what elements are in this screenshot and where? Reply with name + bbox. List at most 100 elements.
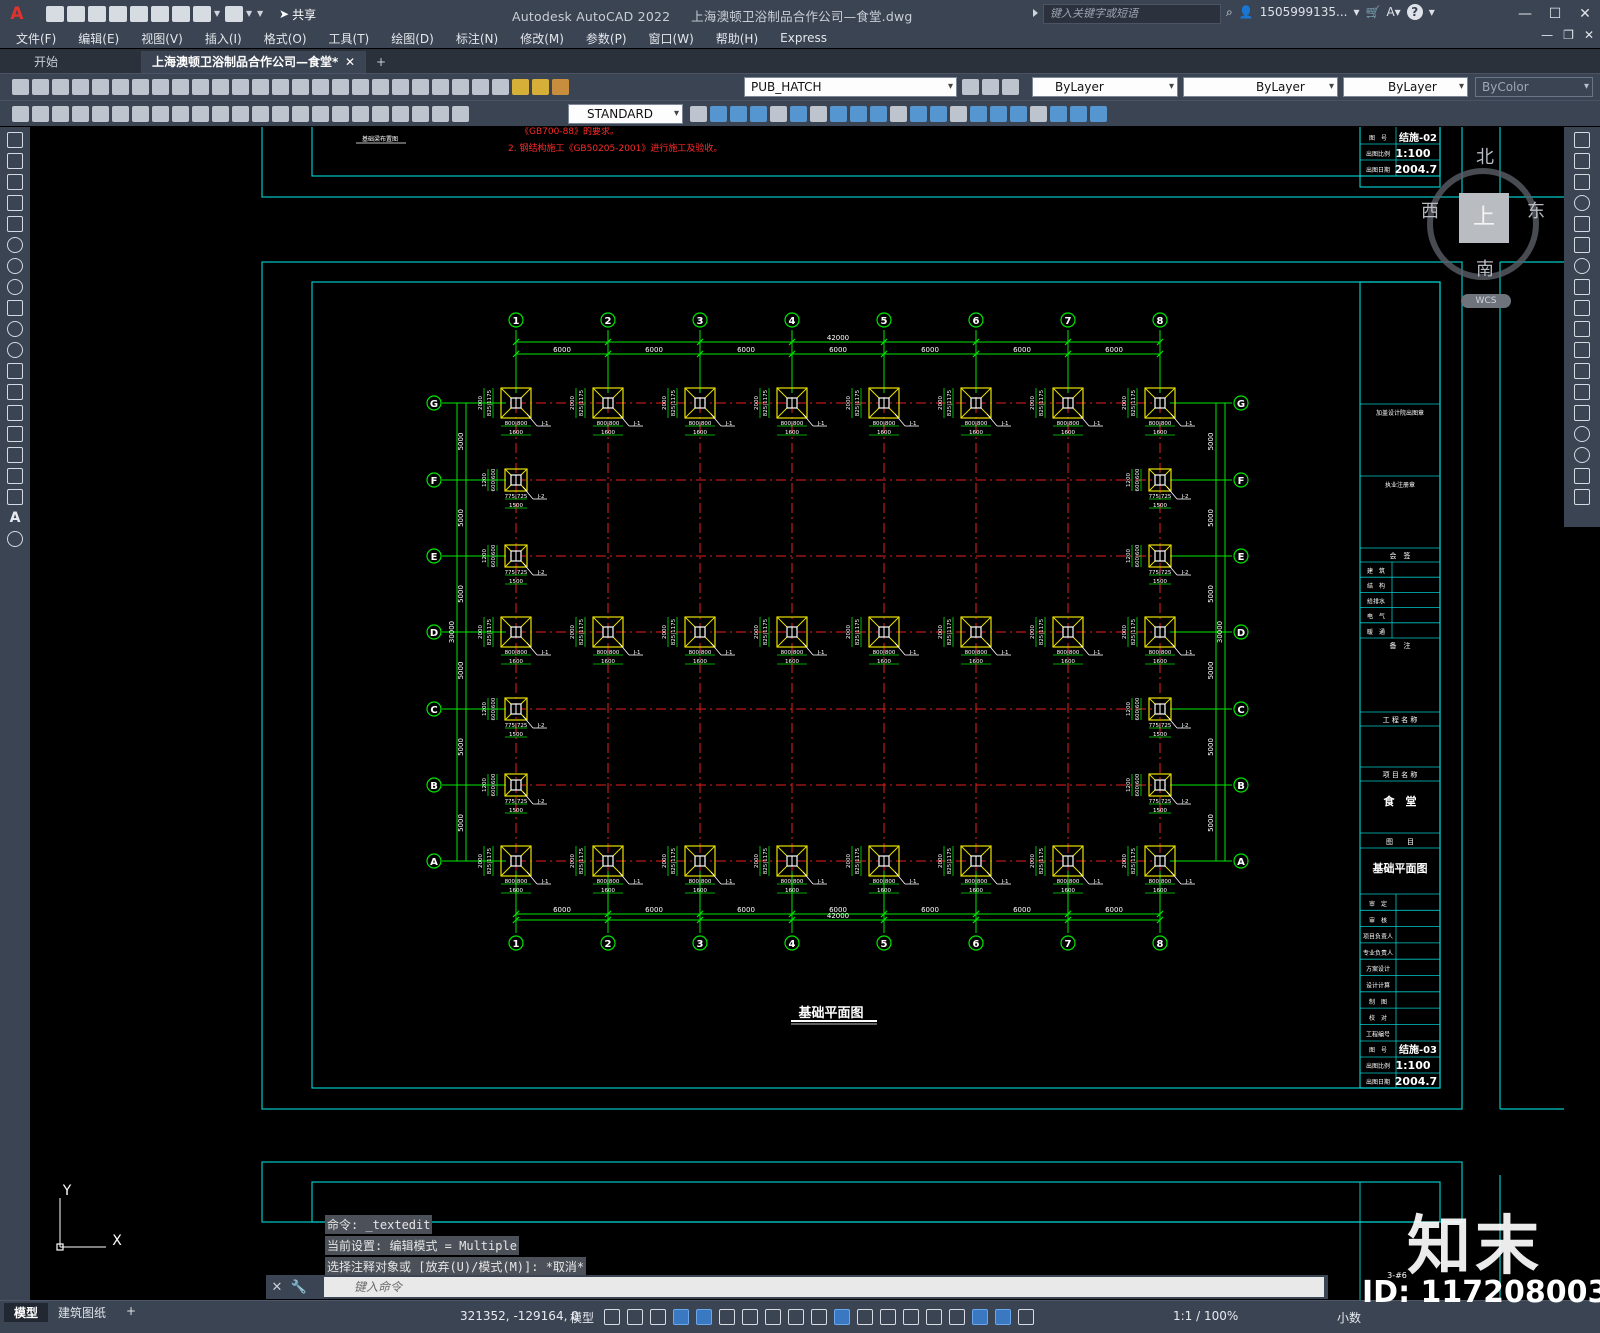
copy-object-icon[interactable] [1574,153,1590,169]
annotation-scale-icon[interactable] [1018,1309,1034,1325]
publish-icon[interactable] [130,6,148,22]
layer-previous-icon[interactable] [982,79,999,95]
materials-icon[interactable] [850,106,867,122]
ellipse-icon[interactable] [7,321,23,337]
array-icon[interactable] [1574,216,1590,232]
menu-dimension[interactable]: 标注(N) [445,30,509,47]
color-dropdown[interactable]: ByLayer [1032,77,1178,97]
box-icon[interactable] [790,106,807,122]
subtract-icon[interactable] [1050,106,1067,122]
chevron-down-icon[interactable]: ▼ [246,10,254,18]
new-icon[interactable] [12,79,29,95]
menu-express[interactable]: Express [769,31,838,45]
fillet-icon[interactable] [1574,447,1590,463]
chevron-down-icon[interactable]: ▾ [1353,5,1359,19]
markup-icon[interactable] [432,79,449,95]
selection-cycling-icon[interactable] [857,1309,873,1325]
dimension-text-edit-icon[interactable] [432,106,449,122]
close-icon[interactable]: ✕ [1570,0,1600,28]
doc-minimize-icon[interactable]: — [1541,28,1553,42]
sun-icon[interactable] [532,79,549,95]
export-icon[interactable] [151,6,169,22]
qsave-icon[interactable] [32,106,49,122]
sweep-icon[interactable] [990,106,1007,122]
scale-icon[interactable] [1574,279,1590,295]
dimension-update-icon[interactable] [452,106,469,122]
menu-insert[interactable]: 插入(I) [194,30,253,47]
inspection-icon[interactable] [372,106,389,122]
menu-help[interactable]: 帮助(H) [705,30,769,47]
line-icon[interactable] [7,132,23,148]
open-icon[interactable] [32,79,49,95]
blend-curves-icon[interactable] [1574,468,1590,484]
match-properties-icon[interactable] [212,79,229,95]
break-icon[interactable] [1574,384,1590,400]
share-button[interactable]: ➤ 共享 [273,5,322,24]
mirror-icon[interactable] [1574,174,1590,190]
close-icon[interactable]: ✕ [345,51,355,73]
intersect-icon[interactable] [1070,106,1087,122]
annotation-visibility-icon[interactable] [972,1309,988,1325]
copy-icon[interactable] [172,79,189,95]
maximize-icon[interactable]: ☐ [1540,0,1570,28]
tool-palettes-icon[interactable] [392,79,409,95]
menu-tools[interactable]: 工具(T) [318,30,381,47]
rectangle-icon[interactable] [7,216,23,232]
drawing-canvas[interactable]: 3-#6 《GB700-88》的要求。 2. 钢结构施工《GB50205-2001》… [30,127,1564,1300]
join-icon[interactable] [1574,405,1590,421]
move-icon[interactable] [1574,237,1590,253]
gradient-icon[interactable] [7,447,23,463]
linetype-dropdown[interactable]: ByLayer [1183,77,1338,97]
extrude-icon[interactable] [950,106,967,122]
slice-icon[interactable] [1090,106,1107,122]
close-icon[interactable]: ✕ [266,1280,288,1295]
viewcube[interactable]: 上 北 南 东 西 WCS [1421,140,1545,310]
coordinates-readout[interactable]: 321352, -129164, 0 [460,1309,579,1323]
light-bulb-icon[interactable] [512,79,529,95]
continue-dimension-icon[interactable] [272,106,289,122]
command-input[interactable]: 键入命令 [324,1277,1324,1297]
break-at-point-icon[interactable] [1574,363,1590,379]
circle-icon[interactable] [7,258,23,274]
quick-dimension-icon[interactable] [232,106,249,122]
doc-restore-icon[interactable]: ❐ [1563,28,1574,42]
cut-icon[interactable] [152,79,169,95]
orbit-icon[interactable] [750,106,767,122]
polar-tracking-icon[interactable] [719,1309,735,1325]
menu-file[interactable]: 文件(F) [0,30,67,47]
explode-icon[interactable] [1574,489,1590,505]
help-icon[interactable] [472,79,489,95]
menu-format[interactable]: 格式(O) [253,30,318,47]
dynamic-input-icon[interactable] [673,1309,689,1325]
diameter-dimension-icon[interactable] [192,106,209,122]
baseline-dimension-icon[interactable] [252,106,269,122]
menu-window[interactable]: 窗口(W) [638,30,705,47]
visual-style-icon[interactable] [730,106,747,122]
chamfer-icon[interactable] [1574,426,1590,442]
lock-icon[interactable] [552,79,569,95]
tab-model[interactable]: 模型 [4,1303,49,1322]
model-space-toggle[interactable]: 模型 [570,1309,594,1326]
lineweight-icon[interactable] [811,1309,827,1325]
fly-icon[interactable] [930,106,947,122]
zoom-window-icon[interactable] [312,79,329,95]
point-icon[interactable] [7,405,23,421]
tolerance-icon[interactable] [332,106,349,122]
plotstyle-dropdown[interactable]: ByColor [1475,77,1593,97]
autodesk-app-icon[interactable]: A▾ [1386,5,1400,19]
infer-constraints-icon[interactable] [650,1309,666,1325]
revision-cloud-icon[interactable] [7,279,23,295]
insert-block-icon[interactable] [7,363,23,379]
walk-icon[interactable] [910,106,927,122]
center-mark-icon[interactable] [352,106,369,122]
stretch-icon[interactable] [1574,300,1590,316]
render-icon[interactable] [830,106,847,122]
ordinate-dimension-icon[interactable] [132,106,149,122]
selection-filter-icon[interactable] [926,1309,942,1325]
drawing-svg[interactable]: 3-#6《GB700-88》的要求。2. 钢结构施工《GB50205-2001》… [30,127,1564,1300]
ucs-icon[interactable] [770,106,787,122]
object-snap-tracking-icon[interactable] [765,1309,781,1325]
tab-start[interactable]: 开始 [0,51,142,73]
plot-icon[interactable] [72,79,89,95]
ortho-icon[interactable] [696,1309,712,1325]
